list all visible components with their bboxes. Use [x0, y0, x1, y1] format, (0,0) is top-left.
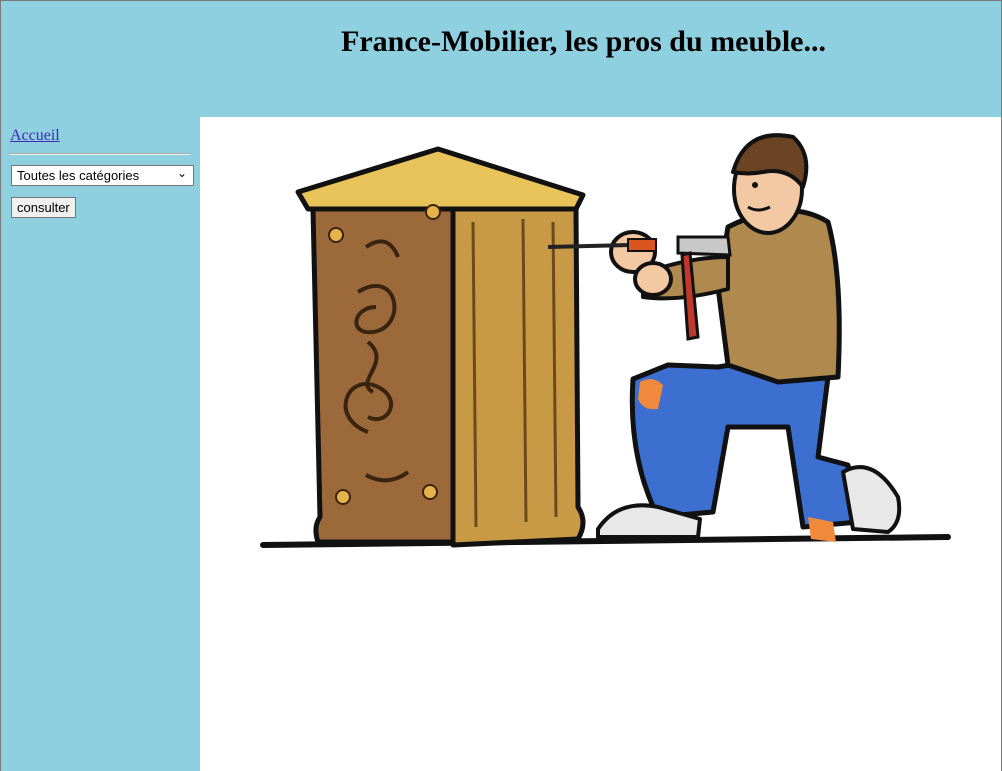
page: France-Mobilier, les pros du meuble... A… — [0, 0, 1002, 771]
consult-button[interactable]: consulter — [11, 197, 76, 218]
home-link[interactable]: Accueil — [10, 127, 60, 145]
carpenter-carving-cabinet-image — [260, 133, 951, 548]
site-title: France-Mobilier, les pros du meuble... — [341, 25, 826, 58]
chevron-down-icon: ⌄ — [176, 166, 187, 180]
category-select-value: Toutes les catégories — [17, 168, 140, 183]
sidebar-divider — [10, 153, 190, 155]
main-content — [200, 117, 1001, 771]
sidebar: Accueil Toutes les catégories ⌄ consulte… — [1, 117, 200, 771]
header: France-Mobilier, les pros du meuble... — [1, 1, 1001, 117]
category-select[interactable]: Toutes les catégories ⌄ — [11, 165, 194, 186]
